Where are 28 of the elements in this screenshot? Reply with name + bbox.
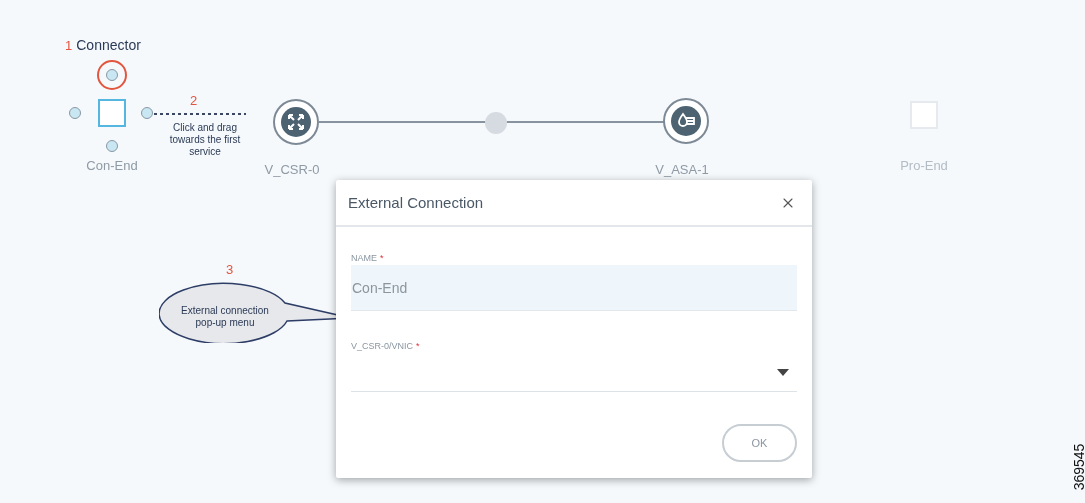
node-label: Con-End — [86, 158, 138, 173]
callout-text: External connection pop-up menu — [180, 305, 270, 329]
dialog-title: External Connection — [348, 194, 484, 211]
arrows-icon — [281, 107, 311, 137]
connector-handle[interactable] — [106, 140, 118, 152]
ok-button[interactable]: OK — [722, 424, 797, 462]
step-number: 2 — [190, 93, 198, 108]
step-number: 3 — [226, 262, 234, 277]
field-label: V_CSR-0/VNIC — [351, 341, 413, 351]
connector-handle[interactable] — [106, 69, 118, 81]
required-mark: * — [416, 341, 420, 351]
annotation-text: Click and drag towards the first service — [168, 122, 242, 158]
endpoint-node[interactable] — [98, 99, 126, 127]
service-node[interactable] — [273, 99, 319, 145]
required-mark: * — [380, 253, 384, 263]
node-label: V_ASA-1 — [655, 162, 709, 177]
connector-handle[interactable] — [69, 107, 81, 119]
annotation-label: Connector — [76, 37, 141, 53]
service-node[interactable] — [663, 98, 709, 144]
node-label: Pro-End — [900, 158, 948, 173]
figure-number: 369545 — [1071, 443, 1085, 491]
field-label: NAME — [351, 253, 377, 263]
caret-icon — [777, 368, 789, 376]
name-field[interactable]: Con-End — [351, 265, 797, 311]
node-label: V_CSR-0 — [264, 162, 320, 177]
link-midpoint[interactable] — [485, 112, 507, 134]
step-number: 1 — [65, 38, 73, 53]
connector-handle[interactable] — [141, 107, 153, 119]
